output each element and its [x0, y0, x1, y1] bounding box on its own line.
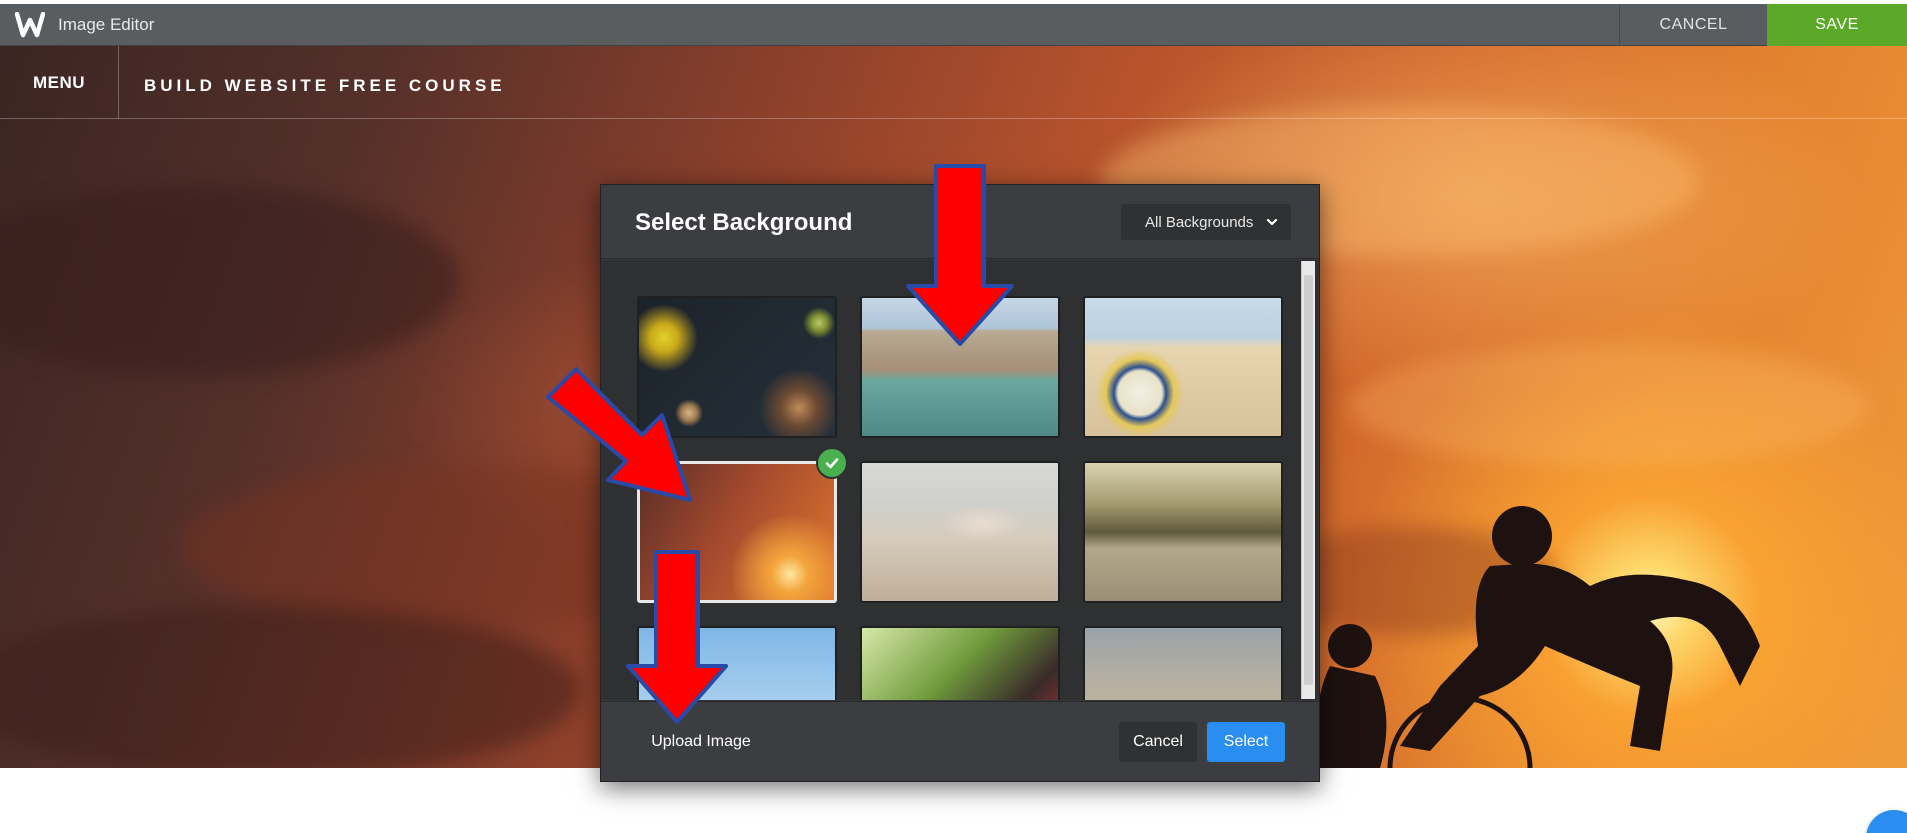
thumbnail-grid-scrollbar[interactable] [1301, 261, 1315, 699]
upload-image-button[interactable]: Upload Image [633, 722, 769, 762]
selected-check-icon [816, 447, 848, 479]
image-editor-screen: Image Editor CANCEL SAVE MENU BUILD WEBS… [0, 0, 1907, 833]
background-thumbnail-road-cyclist[interactable] [1083, 461, 1283, 603]
background-thumbnail-dirt-biker[interactable] [1083, 626, 1283, 700]
background-filter-dropdown[interactable]: All Backgrounds [1121, 204, 1291, 240]
background-thumbnail-volleyball[interactable] [1083, 296, 1283, 438]
annotation-arrow-down-upload [626, 550, 728, 724]
background-thumbnail-bikers-action[interactable] [860, 626, 1060, 700]
cancel-button[interactable]: CANCEL [1619, 3, 1767, 46]
annotation-arrow-down-venice [906, 164, 1014, 346]
site-title[interactable]: BUILD WEBSITE FREE COURSE [144, 76, 506, 96]
weebly-logo-icon [14, 10, 46, 40]
save-button[interactable]: SAVE [1767, 3, 1907, 46]
background-thumbnail-beach-swing[interactable] [860, 461, 1060, 603]
app-title: Image Editor [58, 14, 155, 34]
dialog-select-button[interactable]: Select [1207, 722, 1285, 762]
dialog-cancel-button[interactable]: Cancel [1119, 722, 1197, 762]
site-menu-link[interactable]: MENU [0, 46, 119, 119]
scrollbar-thumb[interactable] [1304, 275, 1313, 685]
chevron-down-icon [1266, 218, 1278, 226]
filter-selected-value: All Backgrounds [1145, 213, 1254, 231]
editor-top-bar: Image Editor CANCEL SAVE [0, 3, 1907, 46]
annotation-arrow-diagonal-selected [546, 367, 692, 502]
dialog-title: Select Background [635, 209, 853, 236]
site-navigation: MENU BUILD WEBSITE FREE COURSE [0, 46, 1907, 119]
